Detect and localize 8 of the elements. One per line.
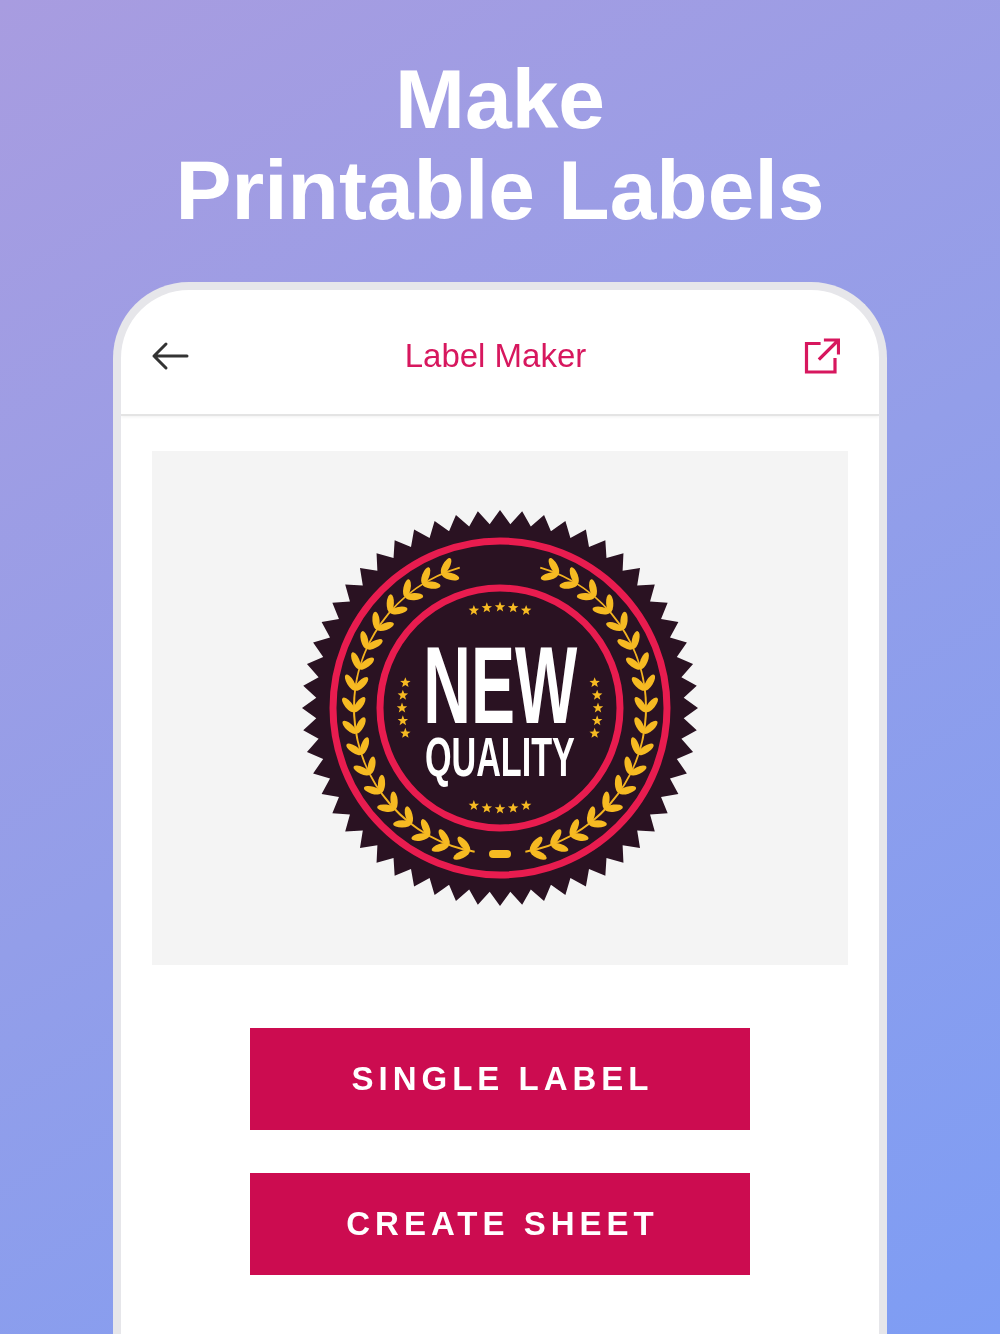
badge-subtitle: QUALITY xyxy=(424,729,576,785)
headline: Make Printable Labels xyxy=(175,54,825,236)
app-title: Label Maker xyxy=(404,336,587,376)
badge-title: NEW xyxy=(423,641,577,729)
share-icon xyxy=(803,337,840,375)
action-button[interactable]: CREATE SHEET xyxy=(250,1173,750,1275)
action-button[interactable]: SINGLE LABEL xyxy=(250,1028,750,1130)
back-arrow-icon xyxy=(151,341,189,371)
